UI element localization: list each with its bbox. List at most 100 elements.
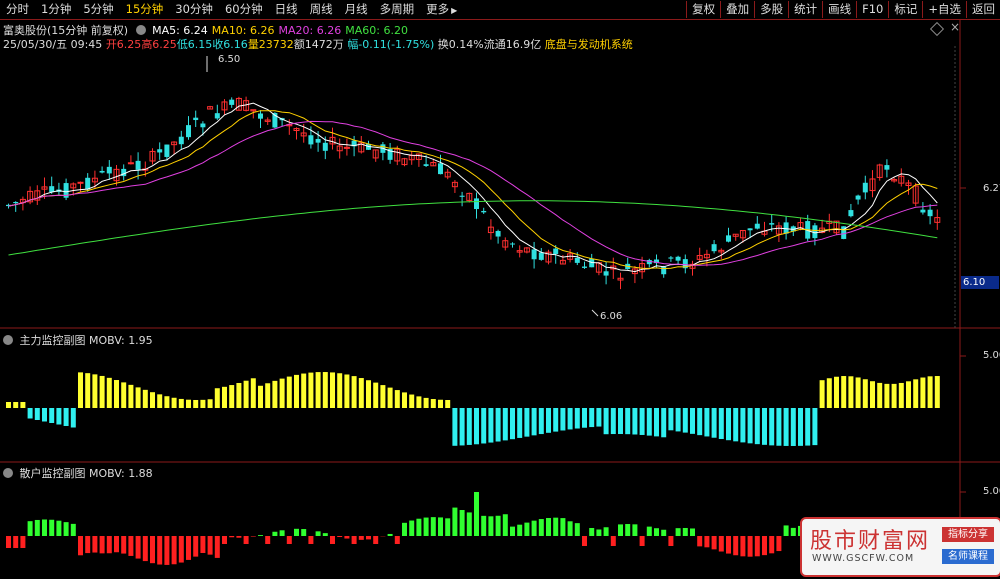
mobv1-bar (287, 377, 292, 408)
mobv2-bar (352, 536, 357, 544)
mobv2-bar (740, 536, 745, 556)
sub1-settings-icon[interactable] (3, 335, 13, 345)
mobv1-bar (294, 375, 299, 408)
candle-body (582, 267, 587, 268)
mobv1-bar (870, 381, 875, 408)
mobv1-bar (157, 394, 162, 408)
candle-body (308, 135, 313, 144)
tab-1[interactable]: 1分钟 (35, 1, 77, 18)
mobv1-bar (323, 372, 328, 408)
mobv1-bar (762, 408, 767, 445)
mobv1-bar (481, 408, 486, 443)
mobv2-bar (431, 517, 436, 536)
mobv2-bar (438, 517, 443, 536)
mobv1-bar (546, 408, 551, 433)
mobv1-bar (560, 408, 565, 430)
bar-high: 高6.25 (141, 38, 177, 51)
tab-10[interactable]: 更多 (420, 1, 463, 18)
mobv2-bar (697, 536, 702, 546)
mobv1-bar (884, 384, 889, 408)
mobv1-bar (193, 400, 198, 408)
tab-6[interactable]: 日线 (269, 1, 304, 18)
candle-body (661, 267, 666, 274)
candle-body (884, 165, 889, 170)
kline-chart-svg[interactable]: 6.506.06 (0, 20, 1000, 576)
mobv1-bar (416, 396, 421, 408)
settings-icon[interactable] (136, 25, 146, 35)
mobv2-bar (560, 518, 565, 536)
candle-body (49, 186, 54, 192)
mobv1-bar (812, 408, 817, 445)
candle-body (726, 235, 731, 241)
sub1-value: MOBV: 1.95 (89, 334, 153, 347)
mobv1-bar (200, 400, 205, 408)
tool-button-1[interactable]: 叠加 (720, 1, 754, 18)
candle-body (668, 257, 673, 258)
tool-button-4[interactable]: 画线 (822, 1, 856, 18)
mobv1-bar (114, 380, 119, 408)
candle-body (424, 164, 429, 166)
mobv1-bar (424, 398, 429, 408)
mobv2-bar (532, 521, 537, 536)
mobv2-bar (49, 520, 54, 536)
mobv1-bar (877, 383, 882, 408)
tab-9[interactable]: 多周期 (374, 1, 421, 18)
mobv2-bar (474, 492, 479, 536)
mobv1-bar (222, 387, 227, 408)
mobv2-bar (330, 536, 335, 544)
tab-0[interactable]: 分时 (0, 1, 35, 18)
mobv1-bar (690, 408, 695, 434)
mobv1-bar (107, 378, 112, 408)
candle-body (229, 100, 234, 105)
tool-button-2[interactable]: 多股 (754, 1, 788, 18)
mobv2-bar (64, 522, 69, 536)
mobv2-bar (647, 527, 652, 536)
mobv1-bar (431, 399, 436, 408)
tool-button-5[interactable]: F10 (856, 1, 888, 18)
mobv1-bar (539, 408, 544, 434)
mobv2-bar (301, 529, 306, 536)
bar-amount: 额1472万 (294, 38, 344, 51)
candle-body (848, 210, 853, 216)
mobv2-bar (323, 533, 328, 536)
candle-body (136, 161, 141, 170)
sub2-settings-icon[interactable] (3, 468, 13, 478)
tab-5[interactable]: 60分钟 (219, 1, 269, 18)
mobv1-bar (697, 408, 702, 435)
tab-3[interactable]: 15分钟 (120, 1, 170, 18)
mobv1-bar (517, 408, 522, 438)
mobv1-bar (409, 395, 414, 408)
sub2-value: MOBV: 1.88 (89, 467, 153, 480)
tool-button-6[interactable]: 标记 (888, 1, 922, 18)
candle-body (863, 183, 868, 193)
mobv1-bar (676, 408, 681, 431)
candle-body (474, 198, 479, 209)
tab-4[interactable]: 30分钟 (169, 1, 219, 18)
tool-button-3[interactable]: 统计 (788, 1, 822, 18)
mobv2-bar (164, 536, 169, 565)
candle-body (532, 249, 537, 259)
chart-area[interactable]: 6.506.06 (0, 20, 1000, 576)
mobv1-bar (100, 376, 105, 408)
candle-body (575, 258, 580, 263)
tab-8[interactable]: 月线 (339, 1, 374, 18)
mobv1-bar (532, 408, 537, 435)
mobv2-bar (251, 536, 256, 537)
mobv2-bar (539, 519, 544, 536)
mobv1-bar (352, 376, 357, 408)
candle-body (510, 244, 515, 245)
tool-button-0[interactable]: 复权 (686, 1, 720, 18)
mobv2-bar (258, 535, 263, 536)
mobv2-bar (179, 536, 184, 563)
tool-button-8[interactable]: 返回 (966, 1, 1000, 18)
tab-2[interactable]: 5分钟 (77, 1, 119, 18)
tool-button-7[interactable]: +自选 (922, 1, 966, 18)
mobv1-bar (316, 372, 321, 408)
mobv1-bar (892, 384, 897, 408)
candle-body (553, 249, 558, 254)
mobv2-bar (589, 528, 594, 536)
close-icon[interactable]: × (950, 20, 960, 34)
tab-7[interactable]: 周线 (304, 1, 339, 18)
candle-body (438, 163, 443, 174)
mobv1-bar (452, 408, 457, 446)
